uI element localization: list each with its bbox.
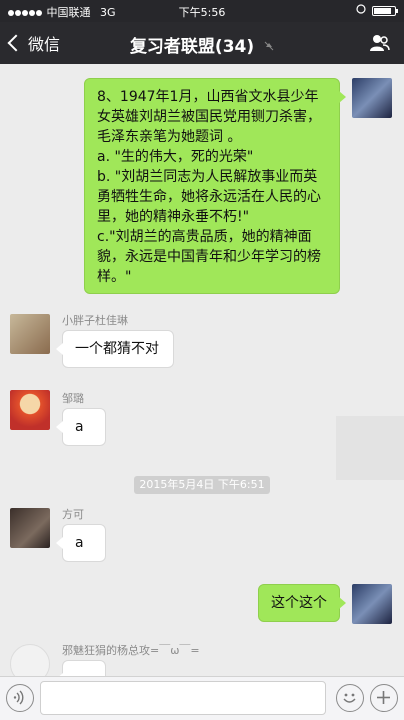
message-text: 这个这个	[271, 595, 327, 611]
overlay-panel	[336, 416, 404, 480]
message-bubble-out[interactable]: 这个这个	[258, 584, 346, 622]
input-bar	[0, 676, 404, 720]
message-text: a	[75, 535, 84, 551]
timestamp-divider: 2015年5月4日 下午6:51	[134, 476, 270, 494]
nav-bar: 微信 复习者联盟(34)	[0, 22, 404, 64]
message-input[interactable]	[40, 681, 326, 715]
chat-area[interactable]: 8、1947年1月，山西省文水县少年女英雄刘胡兰被国民党用铡刀杀害，毛泽东亲笔为…	[0, 64, 404, 676]
sender-name: 方可	[62, 508, 84, 521]
avatar-sender[interactable]	[10, 644, 50, 676]
avatar-me[interactable]	[352, 584, 392, 624]
avatar-sender[interactable]	[10, 314, 50, 354]
lock-rotation-icon	[356, 4, 366, 17]
sender-name: 邪魅狂狷的杨总攻=￣ω￣=	[62, 644, 200, 657]
plus-icon[interactable]	[370, 684, 398, 712]
message-bubble-in[interactable]: a	[56, 408, 106, 446]
chat-title-text: 复习者联盟(34)	[129, 37, 255, 57]
message-bubble-in[interactable]: 一个都猜不对	[56, 330, 174, 368]
message-text: a	[75, 419, 84, 435]
mute-icon	[264, 41, 274, 54]
status-right	[356, 4, 398, 17]
voice-icon[interactable]	[6, 684, 34, 712]
message-bubble-in[interactable]: a	[56, 524, 106, 562]
battery-icon	[372, 5, 398, 16]
message-text: 8、1947年1月，山西省文水县少年女英雄刘胡兰被国民党用铡刀杀害，毛泽东亲笔为…	[97, 89, 321, 285]
status-bar: 中国联通 3G 下午5:56	[0, 0, 404, 22]
emoji-icon[interactable]	[336, 684, 364, 712]
avatar-sender[interactable]	[10, 508, 50, 548]
message-bubble-in[interactable]	[56, 660, 106, 676]
group-members-icon[interactable]	[368, 32, 390, 54]
sender-name: 小胖子杜佳琳	[62, 314, 128, 327]
message-text: 一个都猜不对	[75, 341, 159, 357]
clock: 下午5:56	[178, 6, 226, 19]
sender-name: 邹璐	[62, 392, 84, 405]
chat-title: 复习者联盟(34)	[0, 32, 404, 57]
avatar-sender[interactable]	[10, 390, 50, 430]
avatar-me[interactable]	[352, 78, 392, 118]
message-bubble-out[interactable]: 8、1947年1月，山西省文水县少年女英雄刘胡兰被国民党用铡刀杀害，毛泽东亲笔为…	[84, 78, 346, 294]
